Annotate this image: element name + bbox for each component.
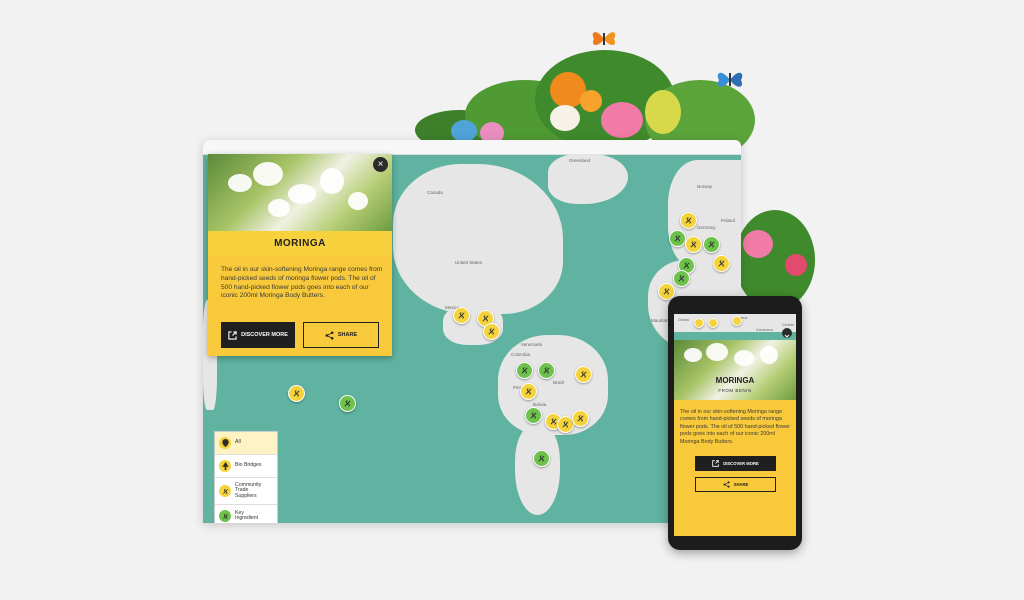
map-label-united-states: United States bbox=[455, 260, 483, 265]
legend-item-bio-bridges[interactable]: Bio Bridges bbox=[215, 455, 277, 478]
map-marker[interactable] bbox=[713, 255, 730, 272]
map-marker[interactable] bbox=[483, 323, 500, 340]
map-label-greenland: Greenland bbox=[569, 158, 591, 163]
map-label-central: Central bbox=[782, 323, 794, 327]
map-marker[interactable] bbox=[685, 236, 702, 253]
map-marker[interactable] bbox=[520, 383, 537, 400]
ingredient-title: MORINGA bbox=[715, 376, 755, 385]
map-marker[interactable] bbox=[680, 212, 697, 229]
leaf-hand-icon bbox=[482, 315, 489, 322]
discover-more-button[interactable]: DISCOVER MORE bbox=[221, 322, 295, 348]
legend-item-key-ingredient[interactable]: Key Ingredient bbox=[215, 505, 277, 523]
ingredient-info-card: × MORINGA The oil in our skin-softening … bbox=[208, 154, 392, 356]
map-marker[interactable] bbox=[339, 395, 356, 412]
map-marker[interactable] bbox=[669, 230, 686, 247]
mobile-mini-map: Nigeria Ghana Cameroon Central bbox=[674, 314, 796, 340]
leaf-hand-icon bbox=[663, 288, 670, 295]
leaf-hand-icon bbox=[219, 485, 231, 497]
mobile-device: Nigeria Ghana Cameroon Central MORINGA F… bbox=[668, 296, 802, 550]
map-label-colombia: Colombia bbox=[511, 352, 531, 357]
leaf-hand-icon bbox=[530, 412, 537, 419]
close-button[interactable]: × bbox=[373, 157, 388, 172]
external-link-icon bbox=[712, 460, 719, 467]
ingredient-origin: FROM BENIN bbox=[718, 388, 752, 393]
external-link-icon bbox=[228, 330, 237, 340]
legend-label: All bbox=[235, 439, 241, 446]
map-label-cameroon: Cameroon bbox=[756, 328, 773, 332]
share-label: SHARE bbox=[337, 332, 358, 338]
map-label-poland: Poland bbox=[721, 218, 736, 223]
leaf-hand-icon bbox=[562, 421, 569, 428]
share-label: SHARE bbox=[733, 482, 749, 487]
ingredient-title: MORINGA bbox=[208, 231, 392, 256]
leaf-hand-icon bbox=[543, 367, 550, 374]
map-marker[interactable] bbox=[533, 450, 550, 467]
land-north-america bbox=[393, 164, 563, 314]
map-marker[interactable] bbox=[732, 316, 742, 326]
legend-item-all[interactable]: All bbox=[215, 432, 277, 455]
land-south-america-tail bbox=[515, 425, 560, 515]
mobile-screen: Nigeria Ghana Cameroon Central MORINGA F… bbox=[674, 314, 796, 536]
share-button[interactable]: SHARE bbox=[695, 477, 776, 492]
map-marker[interactable] bbox=[673, 270, 690, 287]
map-marker[interactable] bbox=[453, 307, 470, 324]
map-legend: All Bio Bridges Community Trade Supplier… bbox=[214, 431, 278, 523]
map-marker[interactable] bbox=[516, 362, 533, 379]
tree-icon bbox=[219, 460, 231, 472]
butterfly-icon bbox=[717, 72, 743, 87]
map-marker[interactable] bbox=[708, 318, 718, 328]
map-label-venezuela: Venezuela bbox=[521, 342, 543, 347]
leaf-hand-icon bbox=[674, 235, 681, 242]
discover-more-button[interactable]: DISCOVER MORE bbox=[695, 456, 776, 471]
leaf-hand-icon bbox=[718, 260, 725, 267]
map-marker[interactable] bbox=[694, 318, 704, 328]
leaf-hand-icon bbox=[219, 510, 231, 522]
leaf-hand-icon bbox=[690, 241, 697, 248]
leaf-hand-icon bbox=[678, 275, 685, 282]
legend-label: Community Trade Suppliers bbox=[235, 481, 262, 499]
leaf-hand-icon bbox=[344, 400, 351, 407]
map-label-ghana: Ghana bbox=[678, 318, 689, 322]
leaf-hand-icon bbox=[525, 388, 532, 395]
map-marker[interactable] bbox=[575, 366, 592, 383]
close-icon: × bbox=[377, 159, 384, 170]
legend-label: Bio Bridges bbox=[235, 462, 262, 469]
map-label-brazil: Brazil bbox=[553, 380, 565, 385]
share-button[interactable]: SHARE bbox=[303, 322, 379, 348]
map-label-canada: Canada bbox=[427, 190, 443, 195]
map-label-germany: Germany bbox=[697, 225, 716, 230]
leaf-hand-icon bbox=[521, 367, 528, 374]
share-icon bbox=[723, 481, 730, 488]
leaf-hand-icon bbox=[293, 390, 300, 397]
leaf-hand-icon bbox=[683, 262, 690, 269]
leaf-hand-icon bbox=[708, 241, 715, 248]
window-top-bar bbox=[203, 140, 741, 155]
leaf-hand-icon bbox=[577, 415, 584, 422]
moringa-flower-photo bbox=[208, 154, 392, 231]
land-europe bbox=[668, 160, 741, 270]
leaf-hand-icon bbox=[685, 217, 692, 224]
leaf-hand-icon bbox=[538, 455, 545, 462]
discover-more-label: DISCOVER MORE bbox=[723, 461, 759, 466]
share-icon bbox=[325, 331, 334, 339]
chevron-down-button[interactable] bbox=[782, 328, 792, 338]
leaf-hand-icon bbox=[458, 312, 465, 319]
ingredient-description: The oil in our skin-softening Moringa ra… bbox=[221, 266, 383, 300]
map-marker[interactable] bbox=[525, 407, 542, 424]
map-marker[interactable] bbox=[572, 410, 589, 427]
location-pin-icon bbox=[219, 437, 231, 449]
ingredient-description: The oil in our skin-softening Moringa ra… bbox=[680, 409, 790, 445]
leaf-hand-icon bbox=[488, 328, 495, 335]
discover-more-label: DISCOVER MORE bbox=[241, 332, 288, 338]
map-marker[interactable] bbox=[703, 236, 720, 253]
desktop-map-window: Greenland Canada United States Mexico Ve… bbox=[203, 140, 741, 523]
butterfly-icon bbox=[592, 32, 616, 46]
legend-label: Key Ingredient bbox=[235, 509, 259, 521]
map-marker[interactable] bbox=[538, 362, 555, 379]
map-label-norway: Norway bbox=[697, 184, 713, 189]
map-marker[interactable] bbox=[288, 385, 305, 402]
leaf-hand-icon bbox=[580, 371, 587, 378]
legend-item-community-trade[interactable]: Community Trade Suppliers bbox=[215, 478, 277, 505]
